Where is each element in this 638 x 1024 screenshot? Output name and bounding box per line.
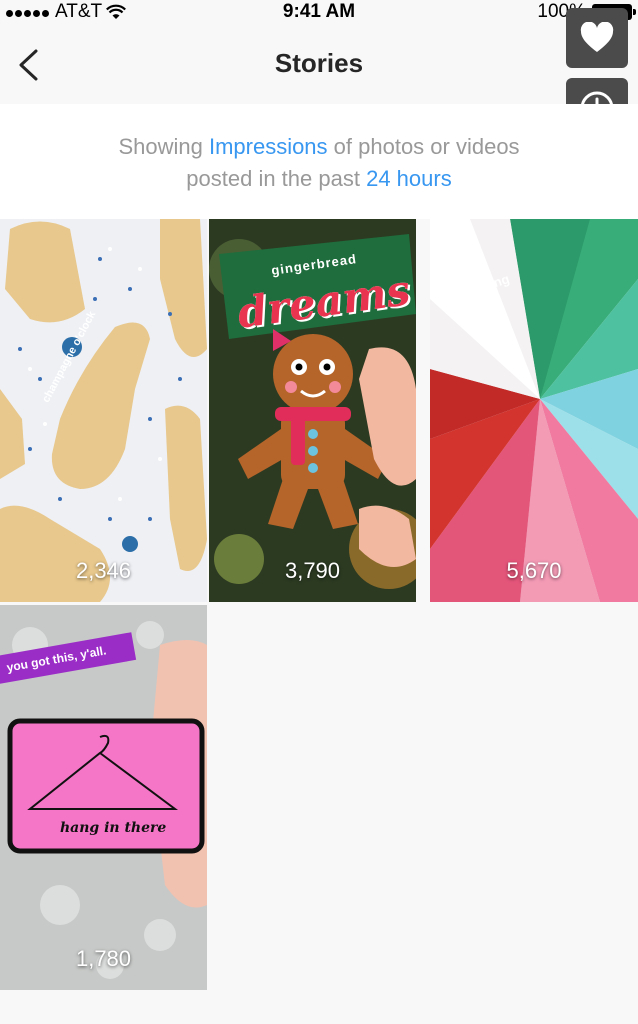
story-thumbnail-3 [430,219,638,602]
story-tile-2[interactable]: gingerbread dreams 3,790 [209,219,416,602]
likes-button[interactable] [566,8,628,68]
period-link[interactable]: 24 hours [366,166,452,191]
metric-link[interactable]: Impressions [209,134,328,159]
heart-icon [580,22,614,52]
info-line-1: Showing Impressions of photos or videos [0,131,638,163]
status-bar: AT&T 9:41 AM 100% [0,0,638,24]
info-middle: of photos or videos [327,134,520,159]
impressions-count-4: 1,780 [75,946,132,971]
impressions-count-2: 3,790 [284,558,341,583]
story-tile-1[interactable]: champagne o'clock 2,346 [0,219,207,602]
impressions-count-3: 5,670 [506,558,562,583]
story-tile-4[interactable]: you got this, y'all. hang in there 1,780 [0,605,207,990]
story-tile-3[interactable]: royal icing party 5,670 [430,219,638,602]
story-thumbnail-1 [0,219,207,602]
info-line2-prefix: posted in the past [186,166,367,191]
info-prefix: Showing [118,134,209,159]
page-title: Stories [274,48,364,78]
card-text-4: hang in there [60,820,167,836]
impressions-count-1: 2,346 [75,558,132,583]
info-line-2: posted in the past 24 hours [0,163,638,195]
info-panel: Showing Impressions of photos or videos … [0,104,638,219]
nav-bar: Stories [0,24,638,105]
